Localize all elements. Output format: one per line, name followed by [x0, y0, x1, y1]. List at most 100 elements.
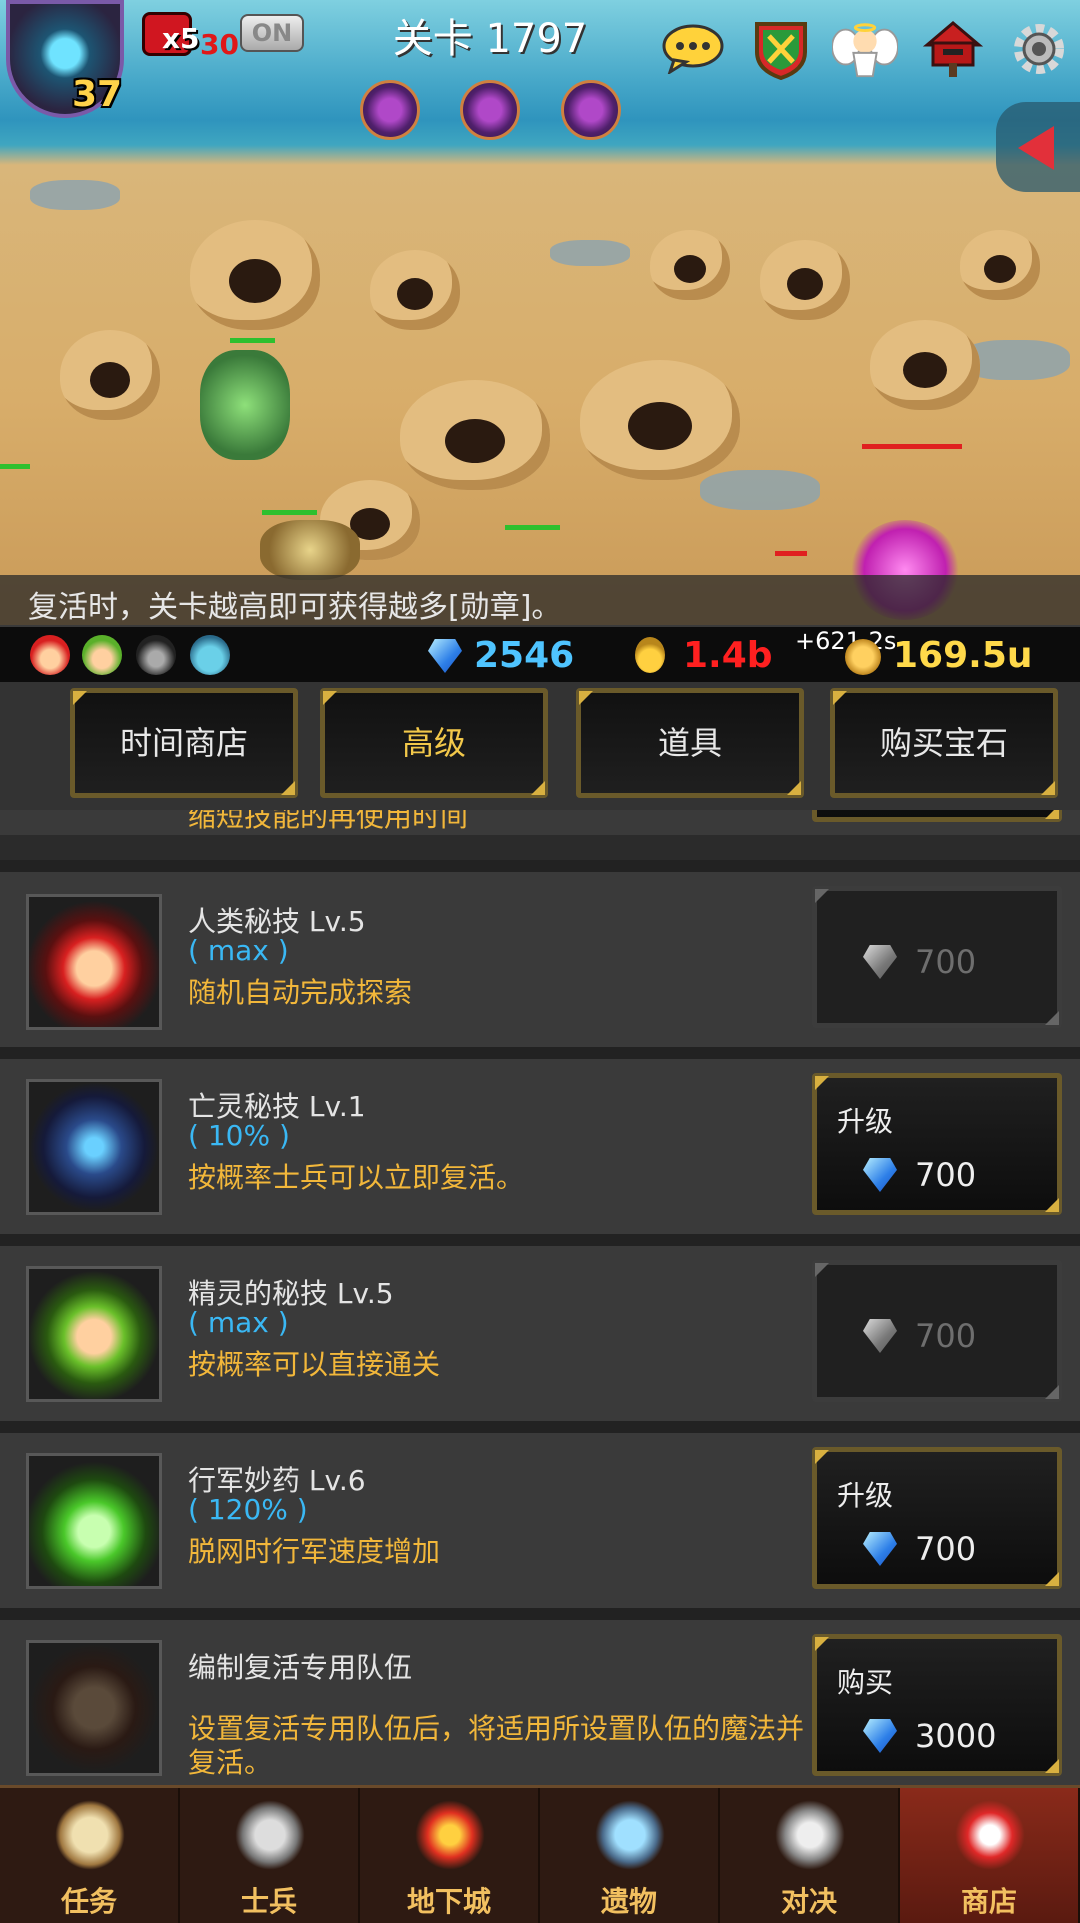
price: 700	[915, 943, 977, 981]
sand-mound	[370, 250, 460, 330]
elf-race-icon[interactable]	[82, 635, 122, 675]
relic-orb-icon	[595, 1800, 665, 1870]
row-divider	[0, 1047, 1080, 1059]
boss-orb-icon	[561, 80, 621, 140]
enemy-hp-bar	[775, 551, 807, 556]
price: 700	[915, 1317, 977, 1355]
nav-label: 地下城	[406, 1885, 491, 1918]
stage-title: 关卡 1797	[392, 16, 588, 62]
gear-icon[interactable]	[1006, 16, 1072, 82]
nav-relics[interactable]: 遗物	[540, 1788, 720, 1923]
human-secret-icon	[26, 894, 162, 1030]
maxed-button[interactable]: 700	[812, 886, 1062, 1028]
price: 3000	[915, 1717, 997, 1755]
boss-orb-icon	[360, 80, 420, 140]
price: 700	[915, 1530, 977, 1568]
undead-race-icon[interactable]	[136, 635, 176, 675]
item-level: ( max )	[188, 1306, 289, 1339]
speed-count: 30	[200, 28, 239, 61]
nav-label: 对决	[780, 1885, 837, 1918]
item-description: 按概率可以直接通关	[188, 1348, 441, 1381]
elf-secret-icon	[26, 1266, 162, 1402]
tip-text: 复活时，关卡越高即可获得越多[勋章]。	[28, 590, 562, 625]
nav-shop[interactable]: 商店	[900, 1788, 1080, 1923]
nav-label: 士兵	[240, 1885, 297, 1918]
scenery-rock	[30, 180, 120, 210]
list-item: 缩短技能的再使用时间 700	[0, 810, 1080, 835]
gem-icon	[863, 1158, 897, 1192]
button-action: 升级	[837, 1479, 894, 1512]
row-divider	[0, 1421, 1080, 1433]
list-item: 编制复活专用队伍 设置复活专用队伍后，将适用所设置队伍的魔法并复活。 购买 30…	[0, 1620, 1080, 1785]
hero-unit	[200, 350, 290, 460]
upgrade-button[interactable]: 升级 700	[812, 1073, 1062, 1215]
tab-items[interactable]: 道具	[576, 688, 804, 798]
shop-item-list[interactable]: 缩短技能的再使用时间 700 人类秘技 Lv.5 ( max ) 随机自动完成探…	[0, 810, 1080, 1785]
list-item: 行军妙药 Lv.6 ( 120% ) 脱网时行军速度增加 升级 700	[0, 1433, 1080, 1608]
helmet-icon	[235, 1800, 305, 1870]
buy-button[interactable]: 购买 3000	[812, 1634, 1062, 1776]
row-divider	[0, 1234, 1080, 1246]
button-action: 购买	[837, 1666, 894, 1699]
item-level: ( 10% )	[188, 1119, 290, 1152]
mailbox-icon[interactable]	[920, 16, 986, 82]
button-action: 升级	[837, 1105, 894, 1138]
scroll-icon	[55, 1800, 125, 1870]
maxed-button[interactable]: 700	[812, 1260, 1062, 1402]
item-description: 按概率士兵可以立即复活。	[188, 1161, 525, 1194]
scenery-rock	[550, 240, 630, 266]
nav-label: 遗物	[600, 1885, 657, 1918]
upgrade-button[interactable]: 升级 700	[812, 1447, 1062, 1589]
sand-mound	[650, 230, 730, 300]
medal-count: 1.4b	[683, 635, 773, 676]
bottom-nav: 任务 士兵 地下城 遗物 对决 商店	[0, 1785, 1080, 1923]
enemy-hp-bar	[862, 444, 962, 449]
scenery-rock	[700, 470, 820, 510]
sand-mound	[190, 220, 320, 330]
resource-bar: 2546 1.4b +621.2s 169.5u	[0, 625, 1080, 684]
list-item: 人类秘技 Lv.5 ( max ) 随机自动完成探索 700	[0, 872, 1080, 1047]
nav-soldiers[interactable]: 士兵	[180, 1788, 360, 1923]
gem-icon	[428, 639, 462, 673]
item-description: 缩短技能的再使用时间	[188, 810, 469, 833]
skull-book-icon	[26, 1640, 162, 1776]
list-item: 亡灵秘技 Lv.1 ( 10% ) 按概率士兵可以立即复活。 升级 700	[0, 1059, 1080, 1234]
row-divider	[0, 1608, 1080, 1620]
nav-dungeon[interactable]: 地下城	[360, 1788, 540, 1923]
potion-icon	[26, 1453, 162, 1589]
nav-quests[interactable]: 任务	[0, 1788, 180, 1923]
sand-mound	[400, 380, 550, 490]
auto-toggle[interactable]: ON	[240, 14, 304, 52]
upgrade-button[interactable]: 700	[812, 810, 1062, 822]
gem-icon	[863, 1319, 897, 1353]
chat-icon[interactable]	[660, 16, 726, 82]
sand-mound	[960, 230, 1040, 300]
nav-label: 任务	[60, 1885, 117, 1918]
beast-race-icon[interactable]	[190, 635, 230, 675]
human-race-icon[interactable]	[30, 635, 70, 675]
boss-orb-icon	[460, 80, 520, 140]
gem-icon	[863, 1719, 897, 1753]
list-item: 精灵的秘技 Lv.5 ( max ) 按概率可以直接通关 700	[0, 1246, 1080, 1421]
tab-premium[interactable]: 高级	[320, 688, 548, 798]
hero-unit	[260, 520, 360, 580]
item-name: 编制复活专用队伍	[188, 1651, 413, 1684]
gold-count: 169.5u	[893, 635, 1033, 676]
expand-side-panel-button[interactable]	[996, 102, 1080, 192]
tab-buy-gems[interactable]: 购买宝石	[830, 688, 1058, 798]
guild-shield-icon[interactable]	[748, 16, 814, 82]
undead-secret-icon	[26, 1079, 162, 1215]
item-description: 设置复活专用队伍后，将适用所设置队伍的魔法并复活。	[188, 1712, 805, 1779]
sand-mound	[870, 320, 980, 410]
tab-time-shop[interactable]: 时间商店	[70, 688, 298, 798]
row-divider	[0, 860, 1080, 872]
unit-hp-bar	[0, 464, 30, 469]
item-description: 脱网时行军速度增加	[188, 1535, 441, 1568]
shop-tabs: 时间商店 高级 道具 购买宝石	[0, 682, 1080, 810]
nav-duel[interactable]: 对决	[720, 1788, 900, 1923]
angel-icon[interactable]	[832, 16, 898, 82]
gem-count: 2546	[474, 635, 575, 676]
unit-hp-bar	[230, 338, 275, 343]
gem-icon	[863, 945, 897, 979]
nav-label: 商店	[960, 1885, 1017, 1918]
